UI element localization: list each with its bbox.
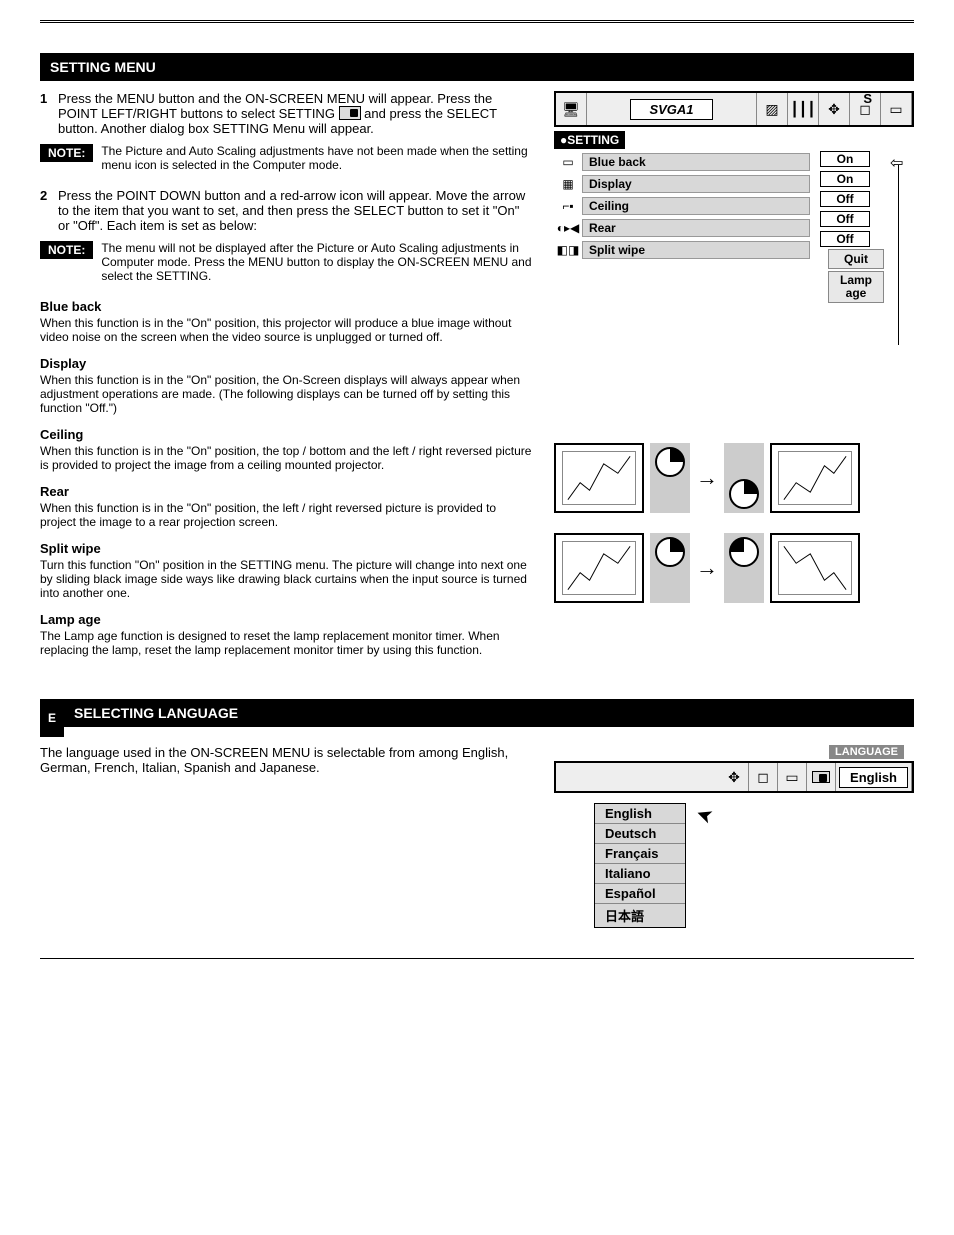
lang-current: English <box>836 763 912 791</box>
lang-italiano[interactable]: Italiano <box>595 864 685 884</box>
quit-button[interactable]: Quit <box>828 249 884 269</box>
item-rear-desc: When this function is in the "On" positi… <box>40 501 534 529</box>
ceiling-pie-left <box>650 443 690 513</box>
row-splitwipe-label: Split wipe <box>582 241 810 259</box>
row-ceiling-label: Ceiling <box>582 197 810 215</box>
note-2-label: NOTE: <box>40 241 93 259</box>
row-blueback-label: Blue back <box>582 153 810 171</box>
lang-icon-4[interactable] <box>807 763 836 791</box>
setting-menu-title: SETTING MENU <box>40 53 914 81</box>
row-blueback[interactable]: ▭ Blue back <box>554 151 810 173</box>
menu-icon-1[interactable]: ▨ <box>757 93 788 125</box>
note-1-text: The Picture and Auto Scaling adjustments… <box>101 144 534 172</box>
language-title: SELECTING LANGUAGE <box>64 699 914 727</box>
ceiling-after <box>770 443 860 513</box>
menu-mode: SVGA1 <box>587 93 757 125</box>
row-rear-label: Rear <box>582 219 810 237</box>
menu-bar[interactable]: 🖥 SVGA1 ▨ ┃┃┃ ✥ ◻ ▭ <box>554 91 914 127</box>
splitwipe-icon: ◧◨ <box>554 243 582 257</box>
item-ceiling-title: Ceiling <box>40 427 534 442</box>
language-menu-bar[interactable]: ✥ ◻ ▭ English <box>554 761 914 793</box>
menu-computer-icon[interactable]: 🖥 <box>556 93 587 125</box>
item-splitwipe-desc: Turn this function "On" position in the … <box>40 558 534 600</box>
row-ceiling[interactable]: ⌐▪ Ceiling <box>554 195 810 217</box>
row-rear[interactable]: ◐▸◀ Rear <box>554 217 810 239</box>
rear-icon: ◐▸◀ <box>554 221 582 235</box>
step-1-text: Press the MENU button and the ON-SCREEN … <box>58 91 534 136</box>
rear-pie-left <box>650 533 690 603</box>
pointer-arrow-icon: ➤ <box>692 801 716 830</box>
display-icon: ▦ <box>554 177 582 191</box>
item-lampage-desc: The Lamp age function is designed to res… <box>40 629 534 657</box>
val-splitwipe[interactable]: Off <box>820 231 870 247</box>
note-2-text: The menu will not be displayed after the… <box>101 241 534 283</box>
lang-deutsch[interactable]: Deutsch <box>595 824 685 844</box>
pointer-line <box>898 165 899 345</box>
step-1: 1 Press the MENU button and the ON-SCREE… <box>40 91 534 136</box>
note-1: NOTE: The Picture and Auto Scaling adjus… <box>40 144 534 172</box>
settings-panel-header: ●SETTING <box>554 131 625 149</box>
language-body: The language used in the ON-SCREEN MENU … <box>40 745 534 775</box>
val-blueback[interactable]: On <box>820 151 870 167</box>
lang-japanese[interactable]: 日本語 <box>595 904 685 927</box>
lang-icon-1[interactable]: ✥ <box>720 763 749 791</box>
row-display[interactable]: ▦ Display <box>554 173 810 195</box>
menu-icon-3[interactable]: ✥ <box>819 93 850 125</box>
item-lampage-title: Lamp age <box>40 612 534 627</box>
menu-bar-label: S <box>863 91 872 106</box>
item-splitwipe: Split wipe Turn this function "On" posit… <box>40 541 534 600</box>
step-2-text: Press the POINT DOWN button and a red-ar… <box>58 188 534 233</box>
rear-before <box>554 533 644 603</box>
lang-icon-2[interactable]: ◻ <box>749 763 778 791</box>
val-display[interactable]: On <box>820 171 870 187</box>
item-display-title: Display <box>40 356 534 371</box>
pointer-arrow-icon: ⇦ <box>890 153 903 173</box>
bottom-rule <box>40 958 914 959</box>
ceiling-diagram: → <box>554 443 914 513</box>
menu-icon-2[interactable]: ┃┃┃ <box>788 93 819 125</box>
item-blueback: Blue back When this function is in the "… <box>40 299 534 344</box>
rear-diagram: → <box>554 533 914 603</box>
top-rule <box>40 20 914 23</box>
val-ceiling[interactable]: Off <box>820 191 870 207</box>
language-list[interactable]: English Deutsch Français Italiano Españo… <box>594 803 686 928</box>
e-tab: E <box>40 699 64 737</box>
item-display-desc: When this function is in the "On" positi… <box>40 373 534 415</box>
item-splitwipe-title: Split wipe <box>40 541 534 556</box>
blueback-icon: ▭ <box>554 155 582 169</box>
item-rear-title: Rear <box>40 484 534 499</box>
val-rear[interactable]: Off <box>820 211 870 227</box>
settings-panel: ●SETTING ▭ Blue back ▦ Display ⌐▪ <box>554 131 914 303</box>
item-rear: Rear When this function is in the "On" p… <box>40 484 534 529</box>
note-2: NOTE: The menu will not be displayed aft… <box>40 241 534 283</box>
lang-icon-3[interactable]: ▭ <box>778 763 807 791</box>
setting-icon <box>339 106 361 120</box>
lampage-button[interactable]: Lampage <box>828 271 884 303</box>
language-label-top: LANGUAGE <box>829 745 904 759</box>
menu-icon-5[interactable]: ▭ <box>881 93 912 125</box>
step-2: 2 Press the POINT DOWN button and a red-… <box>40 188 534 233</box>
row-display-label: Display <box>582 175 810 193</box>
step-2-num: 2 <box>40 188 58 203</box>
arrow-right-icon: → <box>696 555 718 581</box>
item-ceiling: Ceiling When this function is in the "On… <box>40 427 534 472</box>
lang-francais[interactable]: Français <box>595 844 685 864</box>
step-1-num: 1 <box>40 91 58 106</box>
rear-pie-right <box>724 533 764 603</box>
rear-after <box>770 533 860 603</box>
row-splitwipe[interactable]: ◧◨ Split wipe <box>554 239 810 261</box>
ceiling-pie-right <box>724 443 764 513</box>
item-lampage: Lamp age The Lamp age function is design… <box>40 612 534 657</box>
ceiling-before <box>554 443 644 513</box>
lang-espanol[interactable]: Español <box>595 884 685 904</box>
item-ceiling-desc: When this function is in the "On" positi… <box>40 444 534 472</box>
arrow-right-icon: → <box>696 465 718 491</box>
note-1-label: NOTE: <box>40 144 93 162</box>
item-display: Display When this function is in the "On… <box>40 356 534 415</box>
item-blueback-desc: When this function is in the "On" positi… <box>40 316 534 344</box>
lang-english[interactable]: English <box>595 804 685 824</box>
ceiling-icon: ⌐▪ <box>554 199 582 213</box>
item-blueback-title: Blue back <box>40 299 534 314</box>
